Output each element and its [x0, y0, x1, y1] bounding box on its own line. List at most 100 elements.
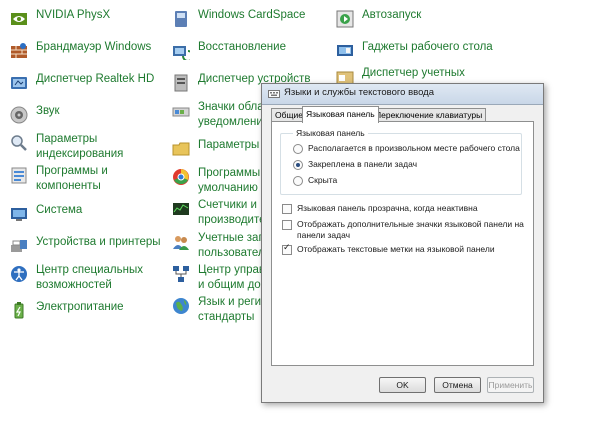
checkbox-label-line1: Отображать дополнительные значки языково… [297, 219, 524, 229]
checkbox[interactable] [282, 243, 292, 255]
cp-label: Параметры [36, 133, 98, 145]
ok-button[interactable]: OK [379, 377, 426, 393]
cp-item-nvidia-physx[interactable]: NVIDIA PhysX [10, 8, 110, 28]
cp-label: Счетчики и [198, 199, 257, 211]
cardspace-icon [175, 11, 187, 27]
cp-item-gadgets[interactable]: Гаджеты рабочего стола [336, 40, 493, 60]
tab-keyboard-switch[interactable]: Переключение клавиатуры [371, 108, 487, 122]
cp-label-line2: умолчанию [198, 182, 258, 194]
autoplay-icon [336, 10, 354, 28]
cp-item-indexing[interactable]: Параметры индексирования [10, 132, 123, 162]
cp-label: Центр специальных [36, 264, 143, 276]
cp-item-ease-of-access[interactable]: Центр специальных возможностей [10, 263, 143, 293]
realtek-icon [11, 77, 27, 89]
cp-label: NVIDIA PhysX [36, 9, 111, 21]
keyboard-icon [268, 90, 280, 98]
network-center-icon [173, 266, 189, 282]
default-programs-icon [173, 169, 189, 185]
apply-button[interactable]: Применить [487, 377, 534, 393]
checkbox-label-line2: панели задач [297, 230, 351, 240]
cp-item-system[interactable]: Система [10, 203, 82, 223]
checkbox-label: Отображать текстовые метки на языковой п… [297, 244, 495, 254]
radio-label: Располагается в произвольном месте рабоч… [308, 143, 520, 153]
radio-label: Скрыта [308, 175, 338, 185]
system-icon [11, 208, 27, 221]
recovery-icon [173, 46, 190, 60]
performance-icon [173, 203, 189, 215]
checkbox-label: Отображать дополнительные значки языково… [297, 219, 524, 241]
cp-item-default-programs[interactable]: Программы умолчанию [172, 166, 260, 196]
cp-label: Восстановление [198, 41, 286, 53]
cp-label: Язык и регио [198, 296, 268, 308]
cp-item-programs[interactable]: Программы и компоненты [10, 164, 108, 194]
cp-label: Устройства и принтеры [36, 236, 161, 248]
power-icon [14, 302, 24, 319]
user-accounts-icon [173, 236, 189, 250]
cp-item-devices-printers[interactable]: Устройства и принтеры [10, 235, 161, 255]
cp-item-cardspace[interactable]: Windows CardSpace [172, 8, 305, 28]
checkbox[interactable] [282, 220, 292, 230]
group-label: Языковая панель [293, 128, 368, 138]
cp-label: Звук [36, 105, 60, 117]
region-language-icon [173, 298, 189, 314]
cp-label: Программы и [36, 165, 108, 177]
gadgets-icon [337, 45, 353, 56]
cp-label: Брандмауэр Windows [36, 41, 152, 53]
radio-docked-taskbar[interactable]: Закреплена в панели задач [293, 159, 417, 170]
text-services-dialog: Языки и службы текстового ввода Общие Яз… [261, 83, 544, 403]
cp-label: Windows CardSpace [198, 9, 306, 21]
cp-item-user-accounts[interactable]: Учетные запи пользовател [172, 231, 271, 261]
cp-label: Параметры п [198, 139, 269, 151]
cp-label: Электропитание [36, 301, 124, 313]
devices-printers-icon [11, 240, 27, 252]
radio-label: Закреплена в панели задач [308, 159, 418, 169]
cp-item-folder-options[interactable]: Параметры п [172, 138, 269, 158]
radio-button[interactable] [293, 160, 303, 170]
cp-label-line2: производите [198, 214, 266, 226]
cp-label-line2: уведомлений [198, 116, 270, 128]
cp-label: Значки облас [198, 101, 270, 113]
radio-hidden[interactable]: Скрыта [293, 175, 337, 186]
language-bar-group: Языковая панель Располагается в произвол… [280, 128, 522, 195]
cp-item-recovery[interactable]: Восстановление [172, 40, 286, 60]
cp-item-performance[interactable]: Счетчики и производите [172, 198, 266, 228]
cp-item-realtek[interactable]: Диспетчер Realtek HD [10, 72, 154, 92]
checkbox-extra-icons[interactable]: Отображать дополнительные значки языково… [282, 219, 524, 241]
cp-label: Гаджеты рабочего стола [362, 41, 493, 53]
firewall-icon [11, 43, 27, 58]
cp-item-sound[interactable]: Звук [10, 104, 60, 124]
ease-of-access-icon [11, 266, 27, 282]
cp-item-notification-icons[interactable]: Значки облас уведомлений [172, 100, 269, 130]
tab-panel: Языковая панель Располагается в произвол… [271, 121, 534, 366]
dialog-titlebar[interactable]: Языки и службы текстового ввода [262, 84, 543, 105]
tab-language-bar[interactable]: Языковая панель [302, 106, 379, 123]
checkbox-label: Языковая панель прозрачна, когда неактив… [297, 203, 478, 213]
cp-item-autoplay[interactable]: Автозапуск [336, 8, 421, 28]
cp-item-firewall[interactable]: Брандмауэр Windows [10, 40, 151, 60]
folder-options-icon [172, 142, 190, 156]
cp-label-line2: индексирования [36, 148, 124, 160]
cp-label: Система [36, 204, 83, 216]
cp-label: Автозапуск [362, 9, 422, 21]
cp-item-network-center[interactable]: Центр управл и общим дос [172, 263, 271, 293]
dialog-title: Языки и службы текстового ввода [284, 87, 434, 98]
checkbox-text-labels[interactable]: Отображать текстовые метки на языковой п… [282, 243, 495, 255]
indexing-icon [11, 135, 27, 151]
sound-icon [10, 106, 28, 124]
radio-button[interactable] [293, 144, 303, 154]
cp-item-power[interactable]: Электропитание [10, 300, 124, 320]
cp-label-line2: компоненты [36, 180, 101, 192]
nvidia-icon [11, 13, 27, 25]
notification-icons-icon [172, 107, 190, 117]
checkbox-transparent[interactable]: Языковая панель прозрачна, когда неактив… [282, 203, 478, 214]
cp-label: Программы [198, 167, 261, 179]
checkbox[interactable] [282, 204, 292, 214]
cancel-button[interactable]: Отмена [434, 377, 481, 393]
radio-button[interactable] [293, 176, 303, 186]
programs-icon [11, 167, 27, 184]
cp-label: Диспетчер учетных [362, 67, 465, 79]
cp-label-line2: возможностей [36, 279, 112, 291]
cp-label: Диспетчер Realtek HD [36, 73, 155, 85]
radio-floating[interactable]: Располагается в произвольном месте рабоч… [293, 143, 520, 154]
cp-item-region-language[interactable]: Язык и регио стандарты [172, 295, 268, 325]
